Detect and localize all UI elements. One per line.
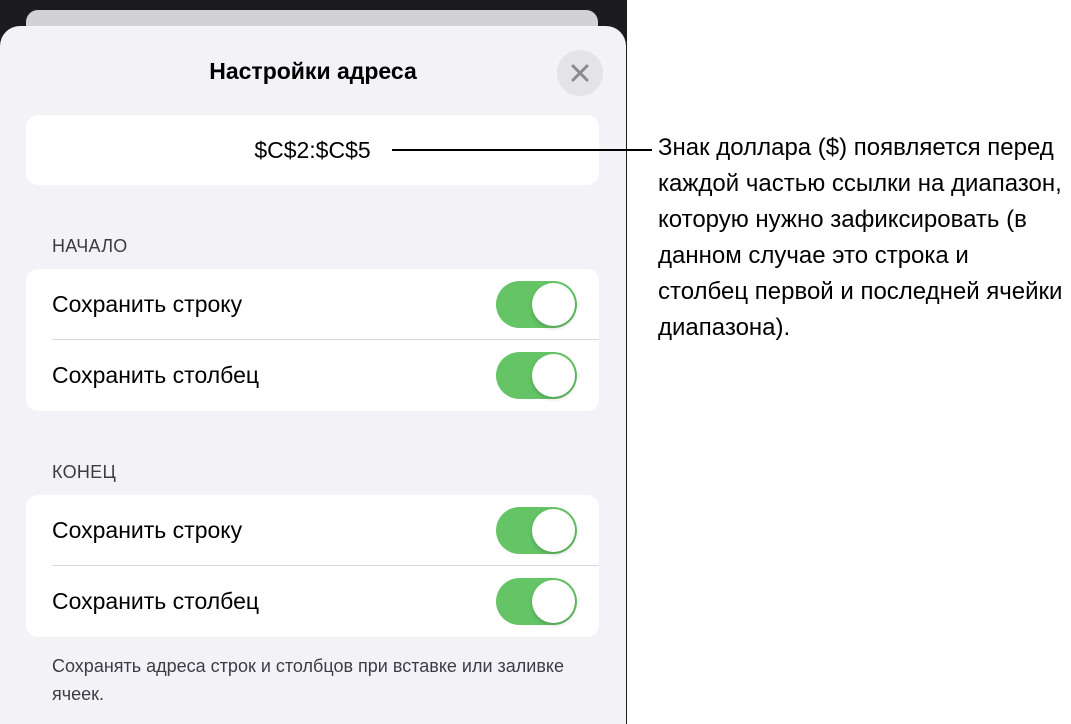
start-preserve-row[interactable]: Сохранить строку <box>26 269 599 340</box>
row-label: Сохранить столбец <box>52 362 260 388</box>
start-preserve-row-toggle[interactable] <box>496 281 577 328</box>
end-preserve-row[interactable]: Сохранить строку <box>26 495 599 566</box>
section-header-end: КОНЕЦ <box>52 462 117 482</box>
end-preserve-column-toggle[interactable] <box>496 578 577 625</box>
toggle-knob <box>532 283 575 326</box>
row-label: Сохранить столбец <box>52 588 260 614</box>
callout-leader-line <box>392 149 652 151</box>
end-preserve-row-toggle[interactable] <box>496 507 577 554</box>
toggle-knob <box>532 354 575 397</box>
end-preserve-column[interactable]: Сохранить столбец <box>26 566 599 637</box>
row-label: Сохранить строку <box>52 517 243 543</box>
toggle-knob <box>532 509 575 552</box>
sheet-title: Настройки адреса <box>209 58 417 84</box>
footer-note: Сохранять адреса строк и столбцов при вс… <box>52 656 564 704</box>
close-icon <box>571 64 589 82</box>
toggle-knob <box>532 580 575 623</box>
close-button[interactable] <box>557 50 603 96</box>
start-preserve-column-toggle[interactable] <box>496 352 577 399</box>
end-options-group: Сохранить строку Сохранить столбец <box>26 495 599 637</box>
callout-text: Знак доллара ($) появляется перед каждой… <box>658 134 1063 341</box>
section-header-start: НАЧАЛО <box>52 236 128 256</box>
start-preserve-column[interactable]: Сохранить столбец <box>26 340 599 411</box>
start-options-group: Сохранить строку Сохранить столбец <box>26 269 599 411</box>
row-label: Сохранить строку <box>52 291 243 317</box>
